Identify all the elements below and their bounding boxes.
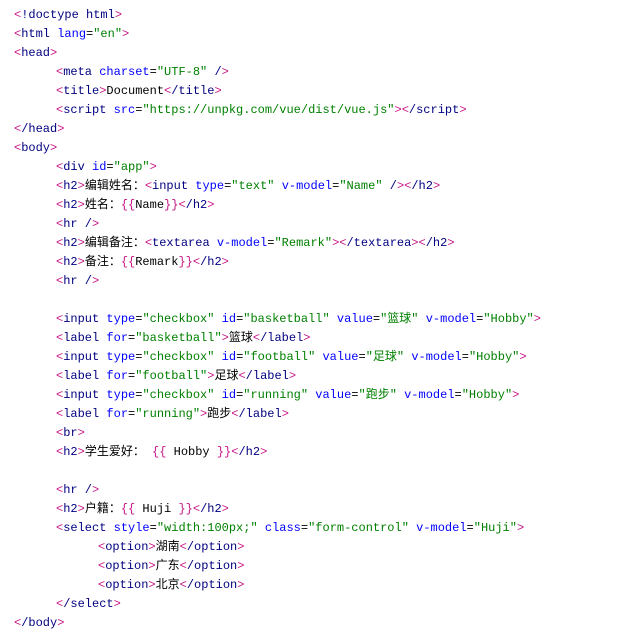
code-line: <hr />: [14, 481, 607, 500]
code-line: <option>湖南</option>: [14, 538, 607, 557]
code-line: <hr />: [14, 272, 607, 291]
code-line: <body>: [14, 139, 607, 158]
code-line: </select>: [14, 595, 607, 614]
code-line: <h2>备注：{{Remark}}</h2>: [14, 253, 607, 272]
code-line: <label for="basketball">篮球</label>: [14, 329, 607, 348]
code-line: <head>: [14, 44, 607, 63]
code-line: <!doctype html>: [14, 6, 607, 25]
code-line: <script src="https://unpkg.com/vue/dist/…: [14, 101, 607, 120]
code-line: <html lang="en">: [14, 25, 607, 44]
code-line: <h2>姓名：{{Name}}</h2>: [14, 196, 607, 215]
code-line: <select style="width:100px;" class="form…: [14, 519, 607, 538]
code-line: [14, 291, 607, 310]
code-line: <hr />: [14, 215, 607, 234]
code-line: </body>: [14, 614, 607, 633]
code-line: </head>: [14, 120, 607, 139]
code-line: <meta charset="UTF-8" />: [14, 63, 607, 82]
code-line: <title>Document</title>: [14, 82, 607, 101]
code-line: [14, 462, 607, 481]
code-line: <h2>学生爱好： {{ Hobby }}</h2>: [14, 443, 607, 462]
code-line: <h2>编辑姓名：<input type="text" v-model="Nam…: [14, 177, 607, 196]
code-line: <h2>户籍：{{ Huji }}</h2>: [14, 500, 607, 519]
code-line: <option>北京</option>: [14, 576, 607, 595]
code-line: <h2>编辑备注：<textarea v-model="Remark"></te…: [14, 234, 607, 253]
code-line: <input type="checkbox" id="football" val…: [14, 348, 607, 367]
code-line: <input type="checkbox" id="basketball" v…: [14, 310, 607, 329]
code-line: <label for="football">足球</label>: [14, 367, 607, 386]
code-line: <input type="checkbox" id="running" valu…: [14, 386, 607, 405]
code-line: <br>: [14, 424, 607, 443]
code-block: <!doctype html><html lang="en"><head><me…: [14, 6, 607, 633]
code-line: <div id="app">: [14, 158, 607, 177]
code-line: <label for="running">跑步</label>: [14, 405, 607, 424]
code-line: <option>广东</option>: [14, 557, 607, 576]
